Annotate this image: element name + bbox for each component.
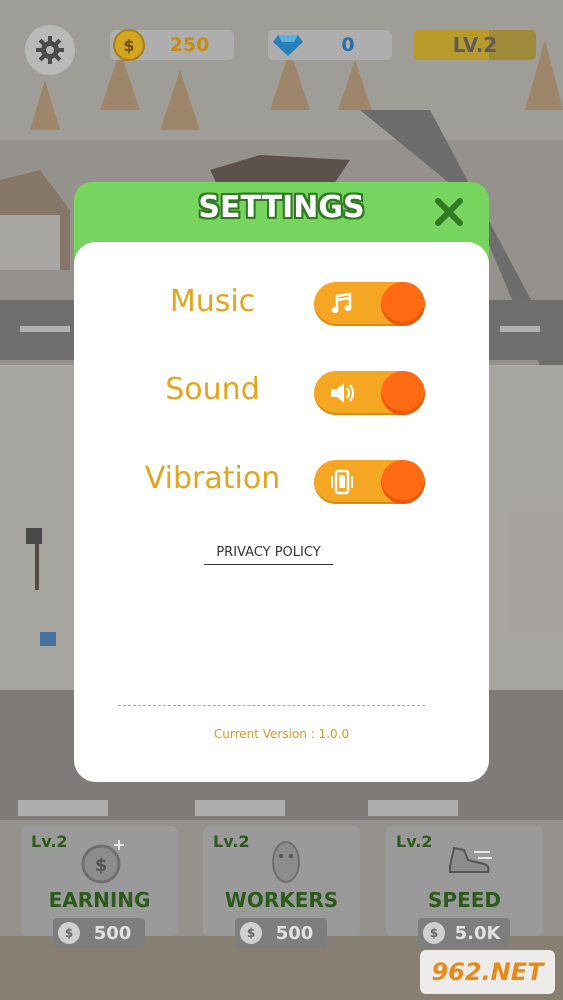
settings-body [74, 242, 489, 782]
coin-icon: $ [58, 922, 80, 944]
speed-upgrade-card[interactable]: Lv.2 SPEED $ 5.0K [386, 826, 543, 948]
gear-icon [36, 36, 64, 64]
coin-icon: $ [113, 29, 145, 61]
gem-count: 0 [341, 34, 355, 56]
earning-name: EARNING [48, 888, 151, 912]
sound-toggle[interactable] [314, 371, 425, 415]
speaker-icon [331, 383, 355, 403]
settings-dialog: SETTINGS Music Sound Vibration PRIVACY P… [74, 182, 489, 782]
speed-cost-button[interactable]: $ 5.0K [418, 918, 510, 948]
svg-text:$: $ [95, 855, 108, 876]
coin-count: 250 [169, 34, 210, 56]
diamond-icon [273, 35, 303, 56]
workers-level: Lv.2 [213, 832, 250, 851]
workers-upgrade-card[interactable]: Lv.2 WORKERS $ 500 [203, 826, 360, 948]
speed-name: SPEED [428, 888, 501, 912]
gem-counter: 0 [268, 30, 392, 60]
privacy-policy-link[interactable]: PRIVACY POLICY [204, 545, 333, 565]
speed-cost: 5.0K [454, 922, 501, 944]
settings-title: SETTINGS [198, 190, 365, 225]
coin-icon: $ [240, 922, 262, 944]
vibration-toggle[interactable] [314, 460, 425, 504]
earning-cost-button[interactable]: $ 500 [53, 918, 145, 948]
coin-counter: $ 250 [110, 29, 234, 61]
level-label: LV.2 [452, 33, 498, 57]
music-label: Music [169, 284, 256, 319]
music-toggle[interactable] [314, 282, 425, 326]
speed-level: Lv.2 [396, 832, 433, 851]
earning-upgrade-card[interactable]: Lv.2 $ EARNING $ 500 [21, 826, 178, 948]
level-progress-bar: LV.2 [414, 30, 536, 60]
workers-name: WORKERS [224, 888, 339, 912]
settings-gear-button[interactable] [25, 25, 75, 75]
music-toggle-knob [381, 282, 425, 326]
version-text: Current Version : 1.0.0 [213, 727, 350, 741]
earning-cost: 500 [93, 922, 132, 944]
vibration-toggle-knob [381, 460, 425, 504]
sound-label: Sound [165, 372, 260, 407]
divider [118, 705, 425, 706]
watermark-text: 962.NET [431, 958, 544, 986]
close-button[interactable] [431, 194, 467, 230]
vibration-label: Vibration [144, 461, 281, 496]
worker-icon [272, 841, 300, 883]
coin-icon: $ [423, 922, 445, 944]
coin-plus-icon: $ [81, 840, 124, 884]
close-icon [435, 198, 463, 226]
workers-cost-button[interactable]: $ 500 [235, 918, 327, 948]
watermark-logo: 962.NET [420, 950, 555, 994]
workers-cost: 500 [275, 922, 314, 944]
earning-level: Lv.2 [31, 832, 68, 851]
sound-toggle-knob [381, 371, 425, 415]
vibration-icon [331, 469, 353, 495]
music-note-icon [331, 292, 352, 313]
shoe-icon [449, 846, 492, 873]
